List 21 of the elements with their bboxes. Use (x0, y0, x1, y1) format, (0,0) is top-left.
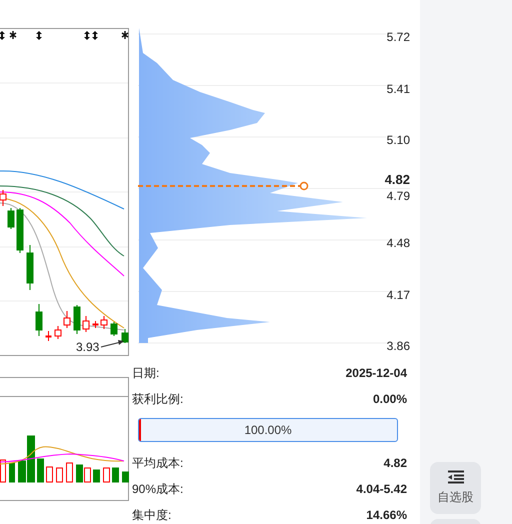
field-label: 获利比例: (132, 390, 184, 408)
bar-text: 100.00% (244, 423, 292, 437)
field-value: 0.00% (372, 392, 407, 406)
field-label: 平均成本: (132, 454, 184, 472)
price-label: 3.93 (76, 340, 100, 354)
axis-label: 4.79 (386, 188, 410, 202)
axis-label: 5.72 (386, 30, 410, 44)
sidebar-button[interactable]: 自选股 (430, 462, 481, 514)
cost-price-label: 4.82 (384, 173, 410, 187)
axis-label: 4.48 (386, 236, 410, 250)
field-value: 4.82 (384, 456, 407, 470)
field-value: 2025-12-04 (346, 366, 407, 380)
axis-label: 3.86 (386, 339, 410, 353)
field-value: 14.66% (366, 508, 407, 522)
axis-label: 4.17 (386, 288, 410, 302)
field-label: 90%成本: (132, 480, 184, 498)
axis-label: 5.10 (386, 133, 410, 147)
field-label: 日期: (132, 364, 160, 382)
field-value: 4.04-5.42 (356, 482, 407, 496)
field-label: 集中度: (132, 506, 172, 524)
axis-label: 5.41 (386, 82, 410, 96)
